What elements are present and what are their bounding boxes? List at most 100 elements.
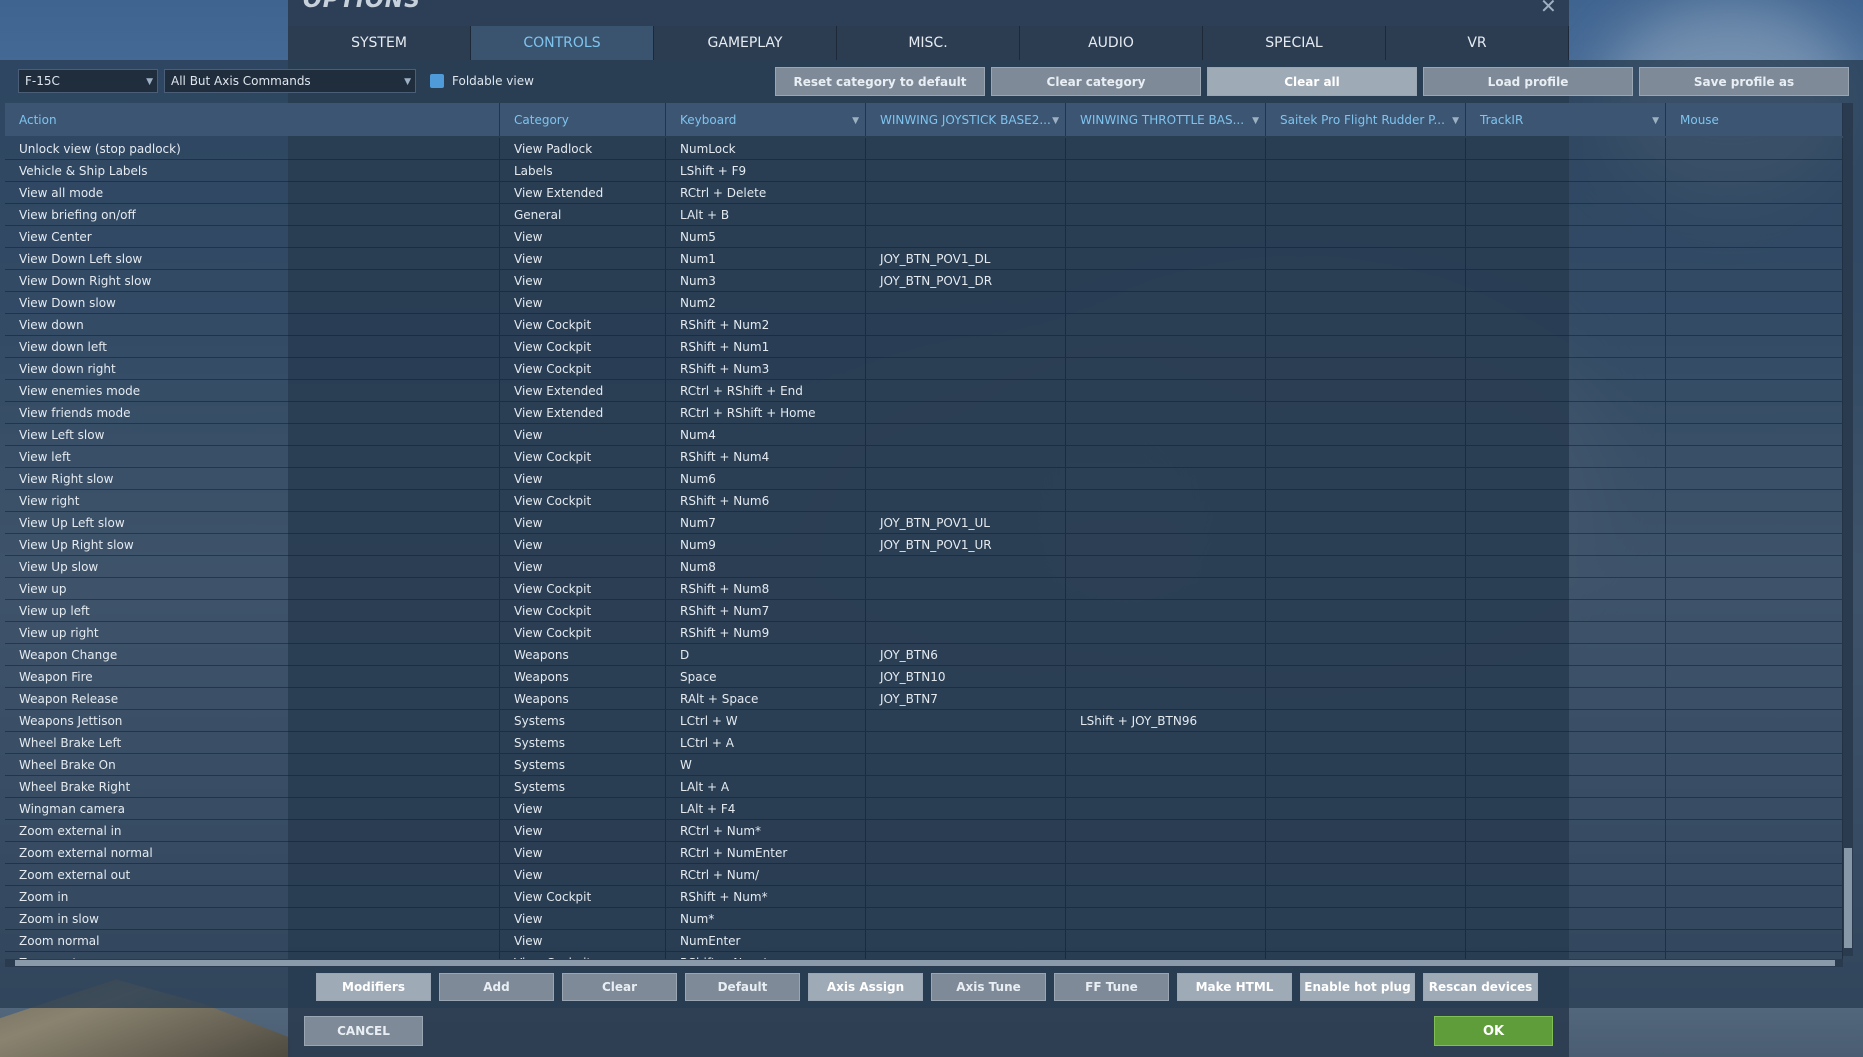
- make-html-button[interactable]: Make HTML: [1177, 973, 1292, 1001]
- cell-action[interactable]: View friends mode: [5, 402, 500, 423]
- cell-trackir[interactable]: [1466, 182, 1666, 203]
- cell-throttle[interactable]: [1066, 204, 1266, 225]
- cell-rudder[interactable]: [1266, 424, 1466, 445]
- table-row[interactable]: View Up slow View Num8: [5, 556, 1843, 578]
- cell-action[interactable]: View left: [5, 446, 500, 467]
- cell-category[interactable]: View Cockpit: [500, 336, 666, 357]
- cell-trackir[interactable]: [1466, 468, 1666, 489]
- cell-rudder[interactable]: [1266, 446, 1466, 467]
- cell-category[interactable]: Labels: [500, 160, 666, 181]
- cell-category[interactable]: View: [500, 226, 666, 247]
- cell-trackir[interactable]: [1466, 644, 1666, 665]
- cell-rudder[interactable]: [1266, 930, 1466, 951]
- cell-trackir[interactable]: [1466, 776, 1666, 797]
- cell-joystick[interactable]: [866, 556, 1066, 577]
- cell-trackir[interactable]: [1466, 380, 1666, 401]
- cell-joystick[interactable]: [866, 292, 1066, 313]
- cell-trackir[interactable]: [1466, 666, 1666, 687]
- table-row[interactable]: Weapon Change Weapons D JOY_BTN6: [5, 644, 1843, 666]
- cell-keyboard[interactable]: NumEnter: [666, 930, 866, 951]
- cell-trackir[interactable]: [1466, 930, 1666, 951]
- tab-vr[interactable]: VR: [1386, 26, 1569, 60]
- cell-keyboard[interactable]: RShift + Num9: [666, 622, 866, 643]
- cell-keyboard[interactable]: RShift + Num1: [666, 336, 866, 357]
- cell-trackir[interactable]: [1466, 248, 1666, 269]
- cell-keyboard[interactable]: RCtrl + Delete: [666, 182, 866, 203]
- cell-keyboard[interactable]: LAlt + F4: [666, 798, 866, 819]
- cell-throttle[interactable]: [1066, 468, 1266, 489]
- table-row[interactable]: Zoom in slow View Num*: [5, 908, 1843, 930]
- cell-mouse[interactable]: [1666, 600, 1843, 621]
- cell-action[interactable]: Wheel Brake Left: [5, 732, 500, 753]
- cell-action[interactable]: View down: [5, 314, 500, 335]
- chevron-down-icon[interactable]: ▼: [1452, 116, 1459, 126]
- cell-keyboard[interactable]: RAlt + Space: [666, 688, 866, 709]
- cell-rudder[interactable]: [1266, 842, 1466, 863]
- cell-joystick[interactable]: [866, 908, 1066, 929]
- cell-trackir[interactable]: [1466, 138, 1666, 159]
- cell-trackir[interactable]: [1466, 314, 1666, 335]
- cell-joystick[interactable]: [866, 578, 1066, 599]
- cell-action[interactable]: View up right: [5, 622, 500, 643]
- table-row[interactable]: View down View Cockpit RShift + Num2: [5, 314, 1843, 336]
- cell-keyboard[interactable]: LShift + F9: [666, 160, 866, 181]
- cell-category[interactable]: View: [500, 556, 666, 577]
- cell-rudder[interactable]: [1266, 358, 1466, 379]
- cell-mouse[interactable]: [1666, 358, 1843, 379]
- cell-mouse[interactable]: [1666, 402, 1843, 423]
- cell-rudder[interactable]: [1266, 952, 1466, 959]
- cell-throttle[interactable]: [1066, 336, 1266, 357]
- cell-trackir[interactable]: [1466, 336, 1666, 357]
- cell-joystick[interactable]: [866, 622, 1066, 643]
- table-row[interactable]: Zoom in View Cockpit RShift + Num*: [5, 886, 1843, 908]
- cell-mouse[interactable]: [1666, 270, 1843, 291]
- load-profile-button[interactable]: Load profile: [1423, 67, 1633, 96]
- cell-mouse[interactable]: [1666, 160, 1843, 181]
- cell-keyboard[interactable]: Num3: [666, 270, 866, 291]
- cell-throttle[interactable]: [1066, 292, 1266, 313]
- clear-category-button[interactable]: Clear category: [991, 67, 1201, 96]
- cell-action[interactable]: View Center: [5, 226, 500, 247]
- column-header-trackir[interactable]: TrackIR ▼: [1466, 103, 1666, 136]
- cell-throttle[interactable]: [1066, 424, 1266, 445]
- save-profile-button[interactable]: Save profile as: [1639, 67, 1849, 96]
- cell-mouse[interactable]: [1666, 424, 1843, 445]
- filter-select[interactable]: All But Axis Commands ▼: [164, 69, 416, 93]
- cell-action[interactable]: View down right: [5, 358, 500, 379]
- cell-joystick[interactable]: [866, 160, 1066, 181]
- table-row[interactable]: View up View Cockpit RShift + Num8: [5, 578, 1843, 600]
- table-row[interactable]: Zoom external out View RCtrl + Num/: [5, 864, 1843, 886]
- cell-throttle[interactable]: [1066, 578, 1266, 599]
- cell-keyboard[interactable]: RShift + Num4: [666, 446, 866, 467]
- cell-category[interactable]: View Padlock: [500, 138, 666, 159]
- cell-throttle[interactable]: [1066, 512, 1266, 533]
- cell-throttle[interactable]: [1066, 952, 1266, 959]
- cell-rudder[interactable]: [1266, 666, 1466, 687]
- cell-rudder[interactable]: [1266, 776, 1466, 797]
- cell-throttle[interactable]: [1066, 732, 1266, 753]
- cell-action[interactable]: View down left: [5, 336, 500, 357]
- cell-throttle[interactable]: [1066, 402, 1266, 423]
- cell-action[interactable]: View all mode: [5, 182, 500, 203]
- cell-category[interactable]: View: [500, 292, 666, 313]
- cell-keyboard[interactable]: RShift + Num7: [666, 600, 866, 621]
- cell-mouse[interactable]: [1666, 754, 1843, 775]
- column-header-mouse[interactable]: Mouse: [1666, 103, 1843, 136]
- cell-category[interactable]: View: [500, 270, 666, 291]
- cell-keyboard[interactable]: Num9: [666, 534, 866, 555]
- table-row[interactable]: View Down Left slow View Num1 JOY_BTN_POV1_…: [5, 248, 1843, 270]
- table-row[interactable]: Wingman camera View LAlt + F4: [5, 798, 1843, 820]
- column-header-category[interactable]: Category: [500, 103, 666, 136]
- cell-rudder[interactable]: [1266, 688, 1466, 709]
- cell-joystick[interactable]: [866, 710, 1066, 731]
- cell-keyboard[interactable]: RShift + Num/: [666, 952, 866, 959]
- cell-action[interactable]: Weapon Release: [5, 688, 500, 709]
- cell-action[interactable]: Zoom normal: [5, 930, 500, 951]
- table-row[interactable]: View Down Right slow View Num3 JOY_BTN_POV1…: [5, 270, 1843, 292]
- cell-joystick[interactable]: [866, 138, 1066, 159]
- cell-throttle[interactable]: [1066, 622, 1266, 643]
- cell-joystick[interactable]: [866, 490, 1066, 511]
- cell-action[interactable]: View Down Right slow: [5, 270, 500, 291]
- table-row[interactable]: Zoom external in View RCtrl + Num*: [5, 820, 1843, 842]
- cell-action[interactable]: Weapon Fire: [5, 666, 500, 687]
